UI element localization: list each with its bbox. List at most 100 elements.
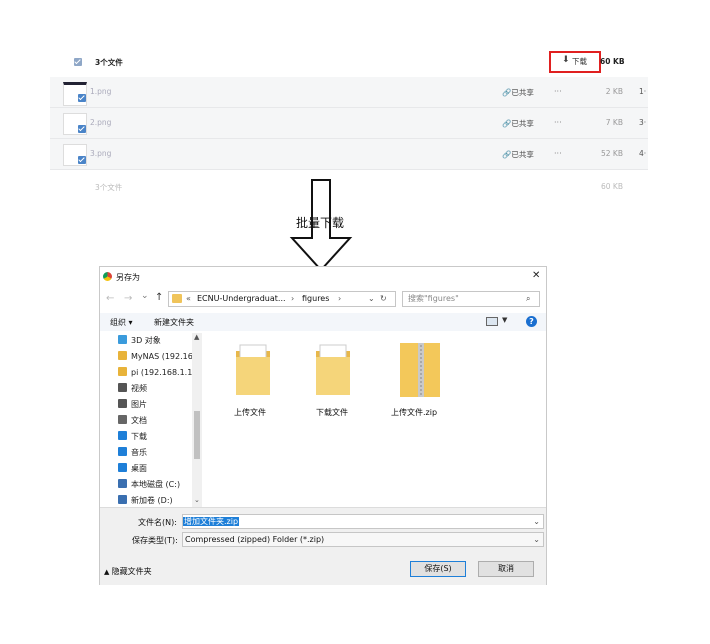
sidebar-item[interactable]: 3D 对象 — [118, 335, 161, 349]
share-link[interactable]: 🔗已共享 — [502, 87, 534, 98]
sidebar-item[interactable]: 下载 — [118, 431, 147, 445]
save-type-select[interactable]: Compressed (zipped) Folder (*.zip) ⌄ — [182, 532, 544, 547]
save-type-dropdown-icon[interactable]: ⌄ — [533, 533, 540, 546]
dialog-title: 另存为 — [116, 273, 140, 282]
sidebar-item-label: 视频 — [131, 384, 147, 393]
list-item[interactable]: 上传文件.zip — [386, 341, 456, 421]
path-segment[interactable]: figures — [302, 292, 329, 305]
cancel-button[interactable]: 取消 — [478, 561, 534, 577]
address-dropdown-icon[interactable]: ⌄ — [368, 292, 375, 305]
documents-icon — [118, 415, 127, 424]
close-icon[interactable]: ✕ — [532, 270, 540, 281]
sidebar-item[interactable]: 新加卷 (D:) — [118, 495, 173, 507]
file-count-label: 3个文件 — [95, 58, 123, 67]
list-item[interactable]: 2.png 🔗已共享 ··· 7 KB 3· — [50, 108, 648, 139]
total-size: 60 KB — [600, 57, 625, 66]
path-separator[interactable]: › — [338, 292, 341, 305]
save-button[interactable]: 保存(S) — [410, 561, 466, 577]
new-folder-button[interactable]: 新建文件夹 — [154, 317, 194, 328]
file-view: 上传文件 下载文件 上传文件.zip — [206, 333, 544, 507]
scroll-thumb[interactable] — [194, 411, 200, 459]
list-item[interactable]: 1.png 🔗已共享 ··· 2 KB 1· — [50, 77, 648, 108]
file-name[interactable]: 2.png — [90, 118, 111, 127]
sidebar-item-label: MyNAS (192.16 — [131, 352, 193, 361]
modified-column-cut: 3· — [639, 118, 647, 127]
recent-locations-button[interactable]: ⌄ — [141, 291, 149, 301]
up-button[interactable]: ↑ — [155, 292, 163, 303]
file-name[interactable]: 1.png — [90, 87, 111, 96]
zip-folder-icon — [400, 343, 440, 397]
pictures-icon — [118, 399, 127, 408]
path-segment[interactable]: ECNU-Undergraduat... — [197, 292, 286, 305]
sidebar-item[interactable]: pi (192.168.1.1( — [118, 367, 195, 381]
select-all-checkbox[interactable] — [74, 58, 82, 66]
search-placeholder: 搜索"figures" — [408, 294, 459, 303]
local-disk-icon — [118, 495, 127, 504]
music-icon — [118, 447, 127, 456]
sidebar-item[interactable]: 音乐 — [118, 447, 147, 461]
list-item[interactable]: 下载文件 — [306, 341, 362, 421]
help-icon[interactable]: ? — [526, 316, 537, 327]
share-link[interactable]: 🔗已共享 — [502, 118, 534, 129]
organize-button[interactable]: 组织 ▾ — [110, 317, 133, 328]
file-name[interactable]: 3.png — [90, 149, 111, 158]
sidebar-scrollbar[interactable]: ▲ ⌄ — [192, 333, 202, 507]
scroll-down-icon[interactable]: ⌄ — [194, 496, 200, 504]
path-separator[interactable]: › — [291, 292, 294, 305]
network-drive-icon — [118, 351, 127, 360]
list-item[interactable]: 3.png 🔗已共享 ··· 52 KB 4· — [50, 139, 648, 170]
share-link[interactable]: 🔗已共享 — [502, 149, 534, 160]
more-button[interactable]: ··· — [554, 149, 562, 158]
view-options-icon[interactable] — [486, 317, 498, 326]
address-bar[interactable]: « ECNU-Undergraduat... › figures › ⌄ ↻ — [168, 291, 396, 307]
download-icon: ⬇ — [562, 55, 570, 65]
chrome-icon — [103, 272, 112, 281]
file-size: 52 KB — [601, 149, 623, 158]
hide-folders-toggle[interactable]: ▲ 隐藏文件夹 — [104, 566, 152, 577]
more-button[interactable]: ··· — [554, 118, 562, 127]
batch-download-label: 批量下载 — [296, 216, 345, 230]
forward-button[interactable]: → — [124, 293, 132, 304]
filename-value: 增加文件夹.zip — [183, 517, 240, 526]
sidebar-item-label: pi (192.168.1.1( — [131, 368, 196, 377]
more-button[interactable]: ··· — [554, 87, 562, 96]
sidebar-item-label: 下载 — [131, 432, 147, 441]
folder-icon — [316, 344, 350, 395]
file-label: 下载文件 — [316, 408, 348, 417]
search-input[interactable]: 搜索"figures" ⌕ — [402, 291, 540, 307]
sidebar-item[interactable]: 文档 — [118, 415, 147, 429]
sidebar-item[interactable]: 本地磁盘 (C:) — [118, 479, 180, 493]
scroll-up-icon[interactable]: ▲ — [194, 333, 199, 341]
save-as-dialog: 另存为 ✕ ← → ⌄ ↑ « ECNU-Undergraduat... › f… — [99, 266, 547, 585]
dialog-toolbar: 组织 ▾ 新建文件夹 ▼ ? — [100, 313, 546, 331]
list-item[interactable]: 上传文件 — [226, 341, 282, 421]
sidebar-item[interactable]: 桌面 — [118, 463, 147, 477]
back-button[interactable]: ← — [106, 293, 114, 304]
view-dropdown-icon[interactable]: ▼ — [502, 316, 507, 324]
local-disk-icon — [118, 479, 127, 488]
sidebar-item[interactable]: 图片 — [118, 399, 147, 413]
refresh-icon[interactable]: ↻ — [380, 292, 387, 305]
download-label: 下载 — [572, 57, 587, 66]
search-icon: ⌕ — [526, 294, 531, 303]
sidebar-item-label: 桌面 — [131, 464, 147, 473]
sidebar-item[interactable]: 视频 — [118, 383, 147, 397]
row-checkbox[interactable] — [78, 125, 86, 133]
footer-count: 3个文件 — [95, 183, 123, 192]
3d-objects-icon — [118, 335, 127, 344]
sidebar-item[interactable]: MyNAS (192.16 — [118, 351, 193, 365]
chevron-up-icon: ▲ — [104, 568, 112, 576]
sidebar-item-label: 本地磁盘 (C:) — [131, 480, 181, 489]
path-chevron[interactable]: « — [186, 292, 191, 305]
folder-icon — [172, 294, 182, 303]
save-type-label: 保存类型(T): — [132, 536, 178, 545]
row-checkbox[interactable] — [78, 94, 86, 102]
download-icon — [118, 431, 127, 440]
filename-field[interactable]: 增加文件夹.zip ⌄ — [182, 514, 544, 529]
filename-dropdown-icon[interactable]: ⌄ — [533, 515, 540, 528]
download-button[interactable]: ⬇ 下载 — [549, 51, 601, 73]
sidebar-item-label: 文档 — [131, 416, 147, 425]
dialog-footer: 文件名(N): 增加文件夹.zip ⌄ 保存类型(T): Compressed … — [100, 507, 546, 585]
sidebar-item-label: 图片 — [131, 400, 147, 409]
row-checkbox[interactable] — [78, 156, 86, 164]
